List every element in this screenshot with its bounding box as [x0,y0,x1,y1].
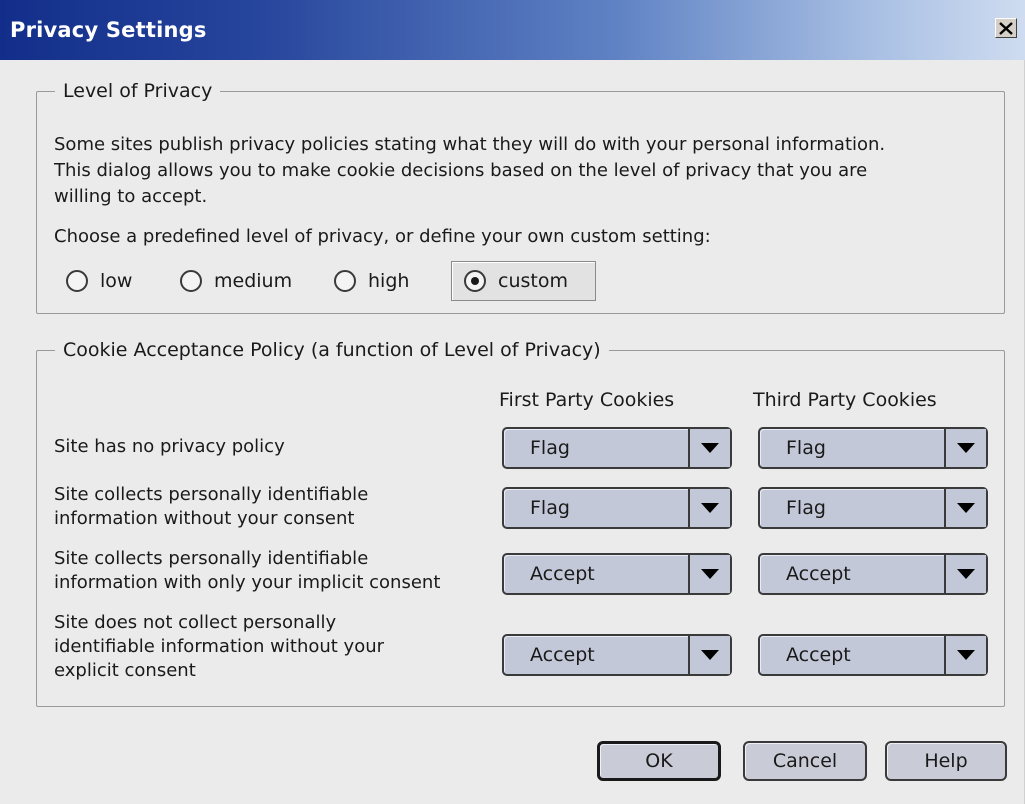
chevron-down-icon [944,489,986,527]
first-party-select-implicit-consent[interactable]: Accept [502,553,732,595]
dialog-title: Privacy Settings [10,18,207,42]
first-party-select-explicit-consent[interactable]: Accept [502,634,732,676]
privacy-description-line-2: This dialog allows you to make cookie de… [54,160,868,181]
chevron-down-icon [944,636,986,674]
row-label-line: Site collects personally identifiable [54,484,369,505]
row-label-without-consent: Site collects personally identifiable in… [54,483,368,531]
select-value: Accept [530,644,595,666]
row-label-line: Site does not collect personally [54,612,337,633]
radio-circle [180,270,202,292]
privacy-description-line-1: Some sites publish privacy policies stat… [54,134,886,155]
privacy-level-group: Level of Privacy Some sites publish priv… [36,77,1005,314]
row-label-line: Site has no privacy policy [54,436,285,457]
chevron-down-icon [688,636,730,674]
cookie-policy-group: Cookie Acceptance Policy (a function of … [36,336,1005,707]
row-label-no-policy: Site has no privacy policy [54,435,285,459]
select-value: Flag [786,437,826,459]
row-label-implicit-consent: Site collects personally identifiable in… [54,547,440,595]
radio-circle [334,270,356,292]
third-party-select-no-policy[interactable]: Flag [758,427,988,469]
radio-circle-selected [464,270,486,292]
close-button[interactable] [995,18,1017,38]
radio-custom[interactable]: custom [451,261,596,301]
chevron-down-icon [944,555,986,593]
cancel-button[interactable]: Cancel [743,741,867,781]
select-value: Accept [786,644,851,666]
select-value: Accept [530,563,595,585]
radio-low[interactable]: low [66,261,132,301]
third-party-header: Third Party Cookies [753,389,937,411]
radio-high[interactable]: high [334,261,409,301]
select-value: Flag [530,497,570,519]
first-party-select-no-policy[interactable]: Flag [502,427,732,469]
radio-medium-label: medium [214,270,293,292]
radio-circle [66,270,88,292]
radio-high-label: high [368,270,410,292]
row-label-line: information without your consent [54,508,355,529]
third-party-select-explicit-consent[interactable]: Accept [758,634,988,676]
radio-custom-label: custom [498,270,568,292]
chevron-down-icon [688,429,730,467]
select-value: Flag [786,497,826,519]
privacy-settings-dialog: Privacy Settings Level of Privacy Some s… [0,0,1025,804]
chevron-down-icon [688,555,730,593]
cookie-policy-legend: Cookie Acceptance Policy (a function of … [55,336,609,364]
row-label-explicit-consent: Site does not collect personally identif… [54,611,384,683]
radio-medium[interactable]: medium [180,261,292,301]
chevron-down-icon [688,489,730,527]
select-value: Flag [530,437,570,459]
row-label-line: explicit consent [54,660,196,681]
third-party-select-implicit-consent[interactable]: Accept [758,553,988,595]
row-label-line: information with only your implicit cons… [54,572,441,593]
row-label-line: identifiable information without your [54,636,385,657]
row-label-line: Site collects personally identifiable [54,548,369,569]
select-value: Accept [786,563,851,585]
privacy-description-line-3: willing to accept. [54,186,208,207]
privacy-level-legend: Level of Privacy [55,77,221,105]
privacy-prompt: Choose a predefined level of privacy, or… [54,226,711,247]
radio-low-label: low [100,270,133,292]
first-party-header: First Party Cookies [499,389,675,411]
first-party-select-without-consent[interactable]: Flag [502,487,732,529]
ok-button[interactable]: OK [597,741,721,781]
third-party-select-without-consent[interactable]: Flag [758,487,988,529]
close-icon [999,21,1013,35]
radio-dot [471,277,479,285]
title-bar[interactable]: Privacy Settings [0,0,1025,60]
help-button[interactable]: Help [885,741,1007,781]
chevron-down-icon [944,429,986,467]
